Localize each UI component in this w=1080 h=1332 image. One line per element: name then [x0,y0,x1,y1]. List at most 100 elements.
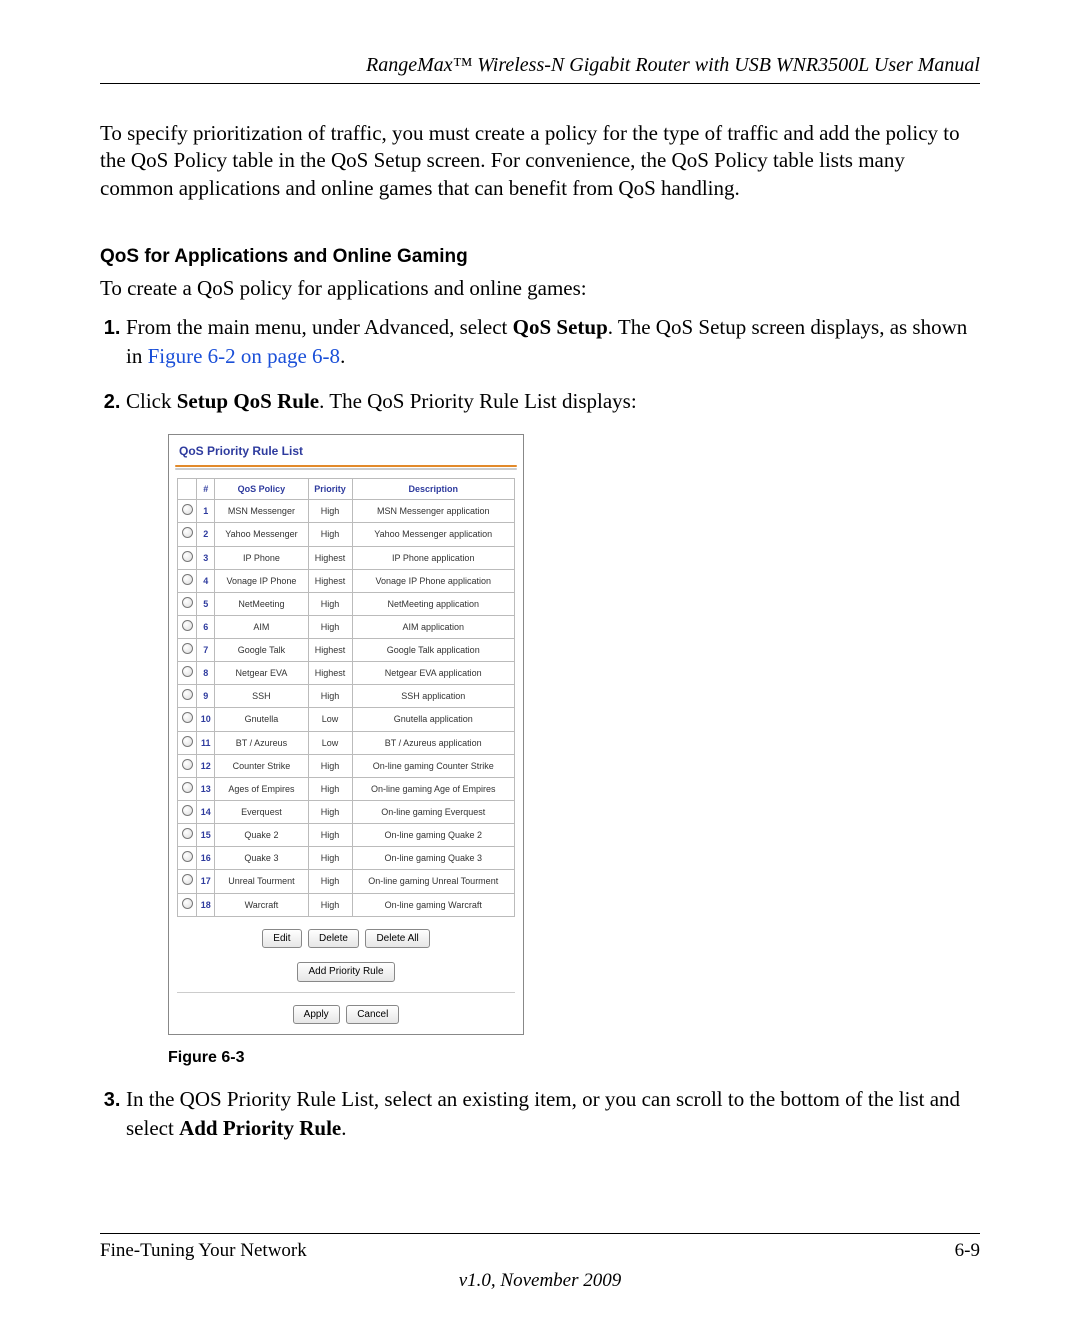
row-priority: High [308,777,352,800]
panel-separator [177,992,515,993]
radio-icon[interactable] [182,689,193,700]
radio-icon[interactable] [182,643,193,654]
step-1: From the main menu, under Advanced, sele… [126,313,980,371]
radio-icon[interactable] [182,504,193,515]
table-row[interactable]: 18WarcraftHighOn-line gaming Warcraft [178,893,515,916]
row-radio[interactable] [178,777,197,800]
row-radio[interactable] [178,523,197,546]
row-policy: BT / Azureus [215,731,308,754]
row-radio[interactable] [178,500,197,523]
row-radio[interactable] [178,824,197,847]
row-priority: Low [308,731,352,754]
table-row[interactable]: 15Quake 2HighOn-line gaming Quake 2 [178,824,515,847]
row-policy: NetMeeting [215,592,308,615]
col-number: # [197,479,215,500]
radio-icon[interactable] [182,898,193,909]
radio-icon[interactable] [182,736,193,747]
table-row[interactable]: 17Unreal TourmentHighOn-line gaming Unre… [178,870,515,893]
radio-icon[interactable] [182,597,193,608]
row-number: 14 [197,801,215,824]
section-lead: To create a QoS policy for applications … [100,276,980,301]
row-radio[interactable] [178,685,197,708]
radio-icon[interactable] [182,574,193,585]
footer-divider [100,1233,980,1234]
row-number: 12 [197,754,215,777]
row-description: IP Phone application [352,546,515,569]
row-description: SSH application [352,685,515,708]
table-row[interactable]: 9SSHHighSSH application [178,685,515,708]
row-radio[interactable] [178,639,197,662]
row-number: 18 [197,893,215,916]
radio-icon[interactable] [182,805,193,816]
row-radio[interactable] [178,870,197,893]
add-priority-rule-button[interactable]: Add Priority Rule [297,962,394,982]
row-policy: Unreal Tourment [215,870,308,893]
intro-paragraph: To specify prioritization of traffic, yo… [100,120,980,202]
row-number: 6 [197,615,215,638]
radio-icon[interactable] [182,666,193,677]
cancel-button[interactable]: Cancel [346,1005,399,1025]
table-row[interactable]: 1MSN MessengerHighMSN Messenger applicat… [178,500,515,523]
step-2: Click Setup QoS Rule. The QoS Priority R… [126,387,980,1069]
radio-icon[interactable] [182,851,193,862]
radio-icon[interactable] [182,620,193,631]
table-row[interactable]: 7Google TalkHighestGoogle Talk applicati… [178,639,515,662]
table-row[interactable]: 2Yahoo MessengerHighYahoo Messenger appl… [178,523,515,546]
row-radio[interactable] [178,662,197,685]
apply-button[interactable]: Apply [293,1005,340,1025]
radio-icon[interactable] [182,828,193,839]
table-row[interactable]: 6AIMHighAIM application [178,615,515,638]
table-row[interactable]: 3IP PhoneHighestIP Phone application [178,546,515,569]
row-radio[interactable] [178,801,197,824]
row-priority: High [308,615,352,638]
row-description: On-line gaming Age of Empires [352,777,515,800]
row-number: 8 [197,662,215,685]
radio-icon[interactable] [182,527,193,538]
radio-icon[interactable] [182,782,193,793]
row-number: 15 [197,824,215,847]
col-priority: Priority [308,479,352,500]
row-radio[interactable] [178,893,197,916]
row-radio[interactable] [178,546,197,569]
table-row[interactable]: 11BT / AzureusLowBT / Azureus applicatio… [178,731,515,754]
row-radio[interactable] [178,847,197,870]
row-description: On-line gaming Unreal Tourment [352,870,515,893]
row-policy: Ages of Empires [215,777,308,800]
row-description: Gnutella application [352,708,515,731]
table-row[interactable]: 12Counter StrikeHighOn-line gaming Count… [178,754,515,777]
step-3-text: In the QOS Priority Rule List, select an… [126,1087,960,1140]
table-row[interactable]: 14EverquestHighOn-line gaming Everquest [178,801,515,824]
figure-cross-reference[interactable]: Figure 6-2 on page 6-8 [148,344,340,368]
row-number: 11 [197,731,215,754]
row-radio[interactable] [178,731,197,754]
radio-icon[interactable] [182,759,193,770]
row-policy: SSH [215,685,308,708]
row-priority: Highest [308,662,352,685]
edit-button[interactable]: Edit [262,929,301,949]
delete-button[interactable]: Delete [308,929,359,949]
row-priority: High [308,801,352,824]
step-3: In the QOS Priority Rule List, select an… [126,1085,980,1143]
row-number: 3 [197,546,215,569]
row-description: NetMeeting application [352,592,515,615]
table-row[interactable]: 10GnutellaLowGnutella application [178,708,515,731]
row-priority: High [308,592,352,615]
table-row[interactable]: 4Vonage IP PhoneHighestVonage IP Phone a… [178,569,515,592]
row-radio[interactable] [178,615,197,638]
row-description: On-line gaming Quake 2 [352,824,515,847]
row-radio[interactable] [178,569,197,592]
row-number: 2 [197,523,215,546]
row-radio[interactable] [178,754,197,777]
radio-icon[interactable] [182,551,193,562]
table-row[interactable]: 8Netgear EVAHighestNetgear EVA applicati… [178,662,515,685]
radio-icon[interactable] [182,874,193,885]
table-row[interactable]: 13Ages of EmpiresHighOn-line gaming Age … [178,777,515,800]
radio-icon[interactable] [182,712,193,723]
delete-all-button[interactable]: Delete All [365,929,429,949]
table-row[interactable]: 5NetMeetingHighNetMeeting application [178,592,515,615]
table-row[interactable]: 16Quake 3HighOn-line gaming Quake 3 [178,847,515,870]
row-radio[interactable] [178,708,197,731]
orange-divider [175,465,517,467]
row-radio[interactable] [178,592,197,615]
row-priority: Highest [308,639,352,662]
